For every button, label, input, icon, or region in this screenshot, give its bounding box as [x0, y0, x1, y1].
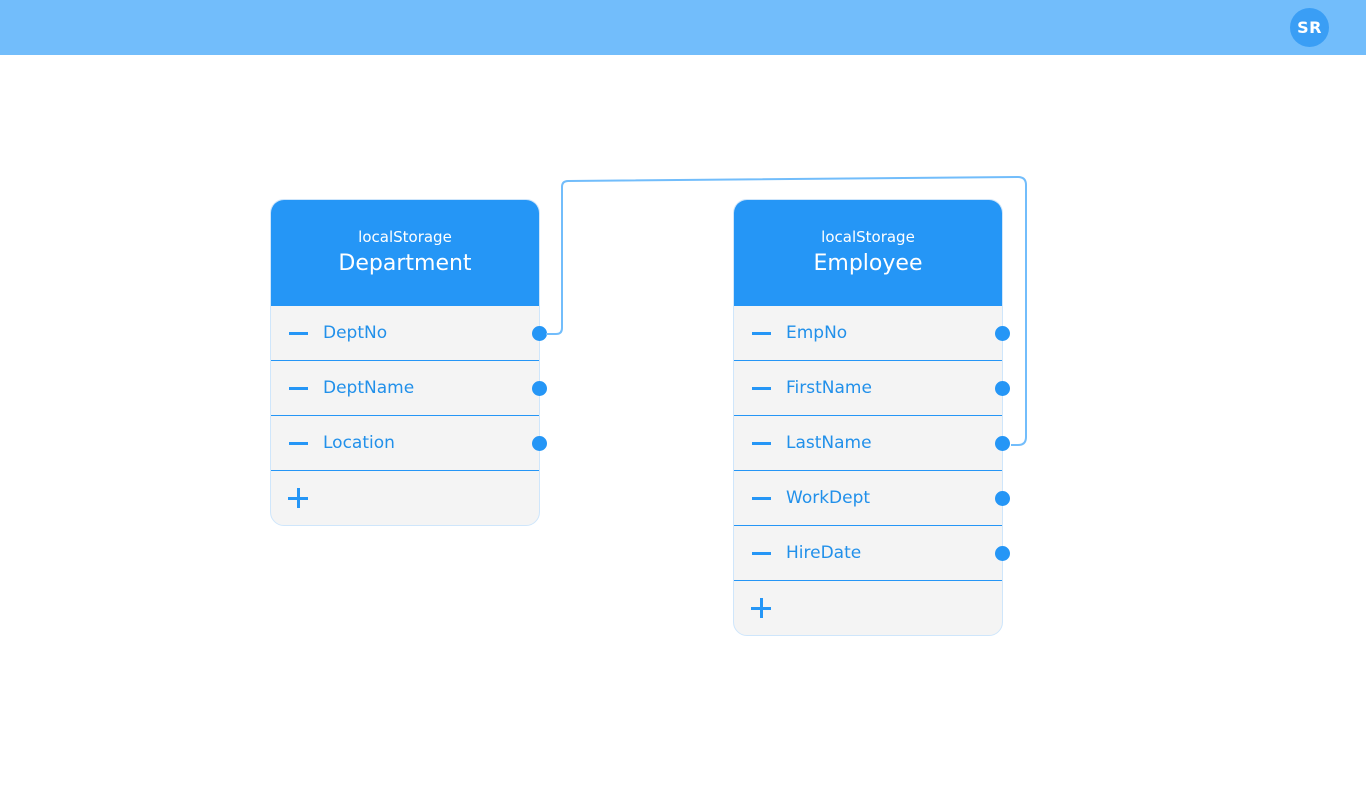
- storage-label: localStorage: [358, 228, 452, 246]
- add-field-icon[interactable]: [288, 488, 308, 508]
- field-label[interactable]: Location: [323, 433, 395, 453]
- field-label[interactable]: DeptName: [323, 378, 414, 398]
- field-row: EmpNo: [734, 306, 1010, 361]
- remove-field-icon[interactable]: [752, 442, 771, 445]
- table-department[interactable]: localStorage Department DeptNo DeptName …: [270, 199, 547, 526]
- add-field-row: [271, 471, 539, 525]
- remove-field-icon[interactable]: [289, 387, 308, 390]
- remove-field-icon[interactable]: [752, 332, 771, 335]
- add-field-icon[interactable]: [751, 598, 771, 618]
- connector-port[interactable]: [995, 546, 1010, 561]
- add-field-row: [734, 581, 1002, 635]
- connector-port[interactable]: [532, 326, 547, 341]
- remove-field-icon[interactable]: [289, 332, 308, 335]
- storage-label: localStorage: [821, 228, 915, 246]
- table-header[interactable]: localStorage Employee: [734, 200, 1002, 306]
- table-title: Department: [338, 251, 472, 276]
- field-row: HireDate: [734, 526, 1010, 581]
- remove-field-icon[interactable]: [289, 442, 308, 445]
- field-row: FirstName: [734, 361, 1010, 416]
- field-label[interactable]: WorkDept: [786, 488, 870, 508]
- field-row: WorkDept: [734, 471, 1010, 526]
- relation-connector-layer: [546, 175, 1027, 446]
- remove-field-icon[interactable]: [752, 387, 771, 390]
- remove-field-icon[interactable]: [752, 552, 771, 555]
- field-row: DeptName: [271, 361, 547, 416]
- field-label[interactable]: DeptNo: [323, 323, 387, 343]
- remove-field-icon[interactable]: [752, 497, 771, 500]
- field-row: Location: [271, 416, 547, 471]
- table-header[interactable]: localStorage Department: [271, 200, 539, 306]
- connector-port[interactable]: [995, 491, 1010, 506]
- field-label[interactable]: EmpNo: [786, 323, 847, 343]
- connector-port[interactable]: [995, 436, 1010, 451]
- table-employee[interactable]: localStorage Employee EmpNo FirstName La…: [733, 199, 1010, 636]
- connector-port[interactable]: [532, 381, 547, 396]
- connector-port[interactable]: [995, 381, 1010, 396]
- user-avatar[interactable]: SR: [1290, 8, 1329, 47]
- connector-port[interactable]: [532, 436, 547, 451]
- field-row: LastName: [734, 416, 1010, 471]
- field-label[interactable]: HireDate: [786, 543, 861, 563]
- connector-port[interactable]: [995, 326, 1010, 341]
- field-label[interactable]: LastName: [786, 433, 872, 453]
- table-title: Employee: [813, 251, 923, 276]
- field-row: DeptNo: [271, 306, 547, 361]
- top-bar: SR: [0, 0, 1366, 55]
- field-label[interactable]: FirstName: [786, 378, 872, 398]
